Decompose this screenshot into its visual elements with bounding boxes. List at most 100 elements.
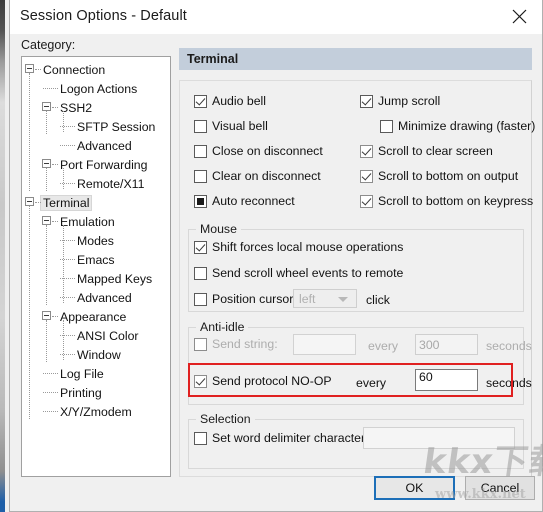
selection-group-title: Selection: [196, 412, 255, 426]
checkbox-audio-bell[interactable]: Audio bell: [194, 94, 266, 108]
tree-item-label: Modes: [77, 233, 114, 248]
checkbox-clear-on-disconnect[interactable]: Clear on disconnect: [194, 169, 321, 183]
tree-item-window[interactable]: Window: [22, 345, 170, 364]
tree-item-emulation[interactable]: Emulation: [22, 212, 170, 231]
tree-connector: [60, 145, 75, 147]
checkbox-label: Send protocol NO-OP: [212, 374, 332, 388]
pane-header-title: Terminal: [187, 52, 239, 66]
tree-connector: [52, 221, 58, 223]
tree-item-remote-x11[interactable]: Remote/X11: [22, 174, 170, 193]
checkbox-box: [194, 431, 207, 445]
tree-guide: [46, 168, 48, 191]
tree-item-terminal[interactable]: Terminal: [22, 193, 170, 212]
tree-item-x-y-zmodem[interactable]: X/Y/Zmodem: [22, 402, 170, 421]
tree-item-advanced[interactable]: Advanced: [22, 136, 170, 155]
tree-connector: [52, 107, 58, 109]
send-string-input[interactable]: [293, 334, 356, 355]
tree-expander-icon[interactable]: [42, 102, 51, 111]
tree-item-emacs[interactable]: Emacs: [22, 250, 170, 269]
tree-item-label: Remote/X11: [77, 176, 145, 191]
checkbox-set-word-delimiter[interactable]: Set word delimiter characters:: [194, 431, 375, 445]
ok-button[interactable]: OK: [374, 476, 455, 500]
tree-item-modes[interactable]: Modes: [22, 231, 170, 250]
checkbox-send-scroll-wheel[interactable]: Send scroll wheel events to remote: [194, 266, 403, 280]
checkbox-visual-bell[interactable]: Visual bell: [194, 119, 268, 133]
tree-guide: [46, 320, 48, 362]
checkbox-box: [194, 194, 207, 208]
noop-seconds-label: seconds: [486, 376, 532, 390]
close-button[interactable]: [497, 0, 542, 33]
cancel-button[interactable]: Cancel: [465, 476, 535, 500]
checkbox-box: [380, 119, 393, 133]
tree-item-port-forwarding[interactable]: Port Forwarding: [22, 155, 170, 174]
tree-item-label: Logon Actions: [60, 81, 138, 96]
tree-item-label: Window: [77, 347, 121, 362]
tree-item-mapped-keys[interactable]: Mapped Keys: [22, 269, 170, 288]
tree-item-ssh2[interactable]: SSH2: [22, 98, 170, 117]
checkbox-label: Minimize drawing (faster): [398, 119, 536, 133]
checkbox-box: [360, 169, 373, 183]
noop-every-label: every: [356, 376, 387, 390]
checkbox-shift-forces-local-mouse[interactable]: Shift forces local mouse operations: [194, 240, 403, 254]
tree-item-advanced[interactable]: Advanced: [22, 288, 170, 307]
tree-connector: [43, 411, 58, 413]
checkbox-label: Send scroll wheel events to remote: [212, 266, 404, 280]
tree-guide: [63, 225, 65, 303]
checkbox-jump-scroll[interactable]: Jump scroll: [360, 94, 440, 108]
checkbox-label: Audio bell: [212, 94, 267, 108]
chevron-down-icon: [338, 296, 348, 302]
tree-item-label: Appearance: [60, 309, 127, 324]
checkbox-label: Scroll to clear screen: [378, 144, 493, 158]
tree-item-appearance[interactable]: Appearance: [22, 307, 170, 326]
checkbox-box: [360, 144, 373, 158]
send-string-interval-input[interactable]: 300: [415, 334, 478, 355]
category-tree-panel[interactable]: Connection Logon Actions SSH2 SFTP Session A…: [21, 56, 171, 477]
tree-expander-icon[interactable]: [42, 216, 51, 225]
pane-header: Terminal: [179, 48, 532, 70]
checkbox-scroll-to-clear-screen[interactable]: Scroll to clear screen: [360, 144, 493, 158]
tree-guide: [46, 225, 48, 305]
word-delimiter-input[interactable]: [363, 427, 515, 449]
mouse-button-select-value: left: [299, 291, 316, 306]
send-string-interval-value: 300: [419, 337, 440, 352]
tree-item-connection[interactable]: Connection: [22, 60, 170, 79]
checkbox-auto-reconnect[interactable]: Auto reconnect: [194, 194, 295, 208]
noop-interval-value: 60: [419, 370, 433, 384]
tree-item-log-file[interactable]: Log File: [22, 364, 170, 383]
tree-item-label: Log File: [60, 366, 104, 381]
checkbox-minimize-drawing[interactable]: Minimize drawing (faster): [380, 119, 535, 133]
checkbox-send-string[interactable]: Send string:: [194, 337, 278, 351]
tree-item-logon-actions[interactable]: Logon Actions: [22, 79, 170, 98]
tree-item-sftp-session[interactable]: SFTP Session: [22, 117, 170, 136]
screenshot-root: Session Options - Default Category: Conn…: [0, 0, 543, 512]
tree-connector: [35, 202, 41, 204]
ok-button-label: OK: [405, 481, 424, 495]
tree-item-label: Advanced: [77, 138, 132, 153]
checkbox-label: Jump scroll: [378, 94, 441, 108]
tree-item-label: Printing: [60, 385, 102, 400]
mouse-button-select[interactable]: left: [293, 289, 357, 308]
checkbox-box: [194, 337, 207, 351]
tree-connector: [52, 316, 58, 318]
checkbox-scroll-bottom-output[interactable]: Scroll to bottom on output: [360, 169, 518, 183]
tree-connector: [35, 69, 41, 71]
checkbox-send-protocol-noop[interactable]: Send protocol NO-OP: [194, 374, 332, 388]
tree-guide: [63, 320, 65, 360]
tree-item-ansi-color[interactable]: ANSI Color: [22, 326, 170, 345]
tree-item-label: ANSI Color: [77, 328, 139, 343]
window-title: Session Options - Default: [20, 8, 187, 24]
tree-item-printing[interactable]: Printing: [22, 383, 170, 402]
tree-expander-icon[interactable]: [42, 159, 51, 168]
checkbox-scroll-bottom-keypress[interactable]: Scroll to bottom on keypress: [360, 194, 533, 208]
tree-expander-icon[interactable]: [25, 64, 34, 73]
checkbox-box: [194, 94, 207, 108]
noop-interval-input[interactable]: 60: [415, 369, 478, 391]
checkbox-close-on-disconnect[interactable]: Close on disconnect: [194, 144, 323, 158]
mouse-click-suffix: click: [366, 293, 390, 307]
category-label: Category:: [21, 38, 76, 52]
tree-expander-icon[interactable]: [42, 311, 51, 320]
tree-item-label: Port Forwarding: [60, 157, 148, 172]
tree-expander-icon[interactable]: [25, 197, 34, 206]
checkbox-label: Set word delimiter characters:: [212, 431, 375, 445]
checkbox-box: [194, 374, 207, 388]
